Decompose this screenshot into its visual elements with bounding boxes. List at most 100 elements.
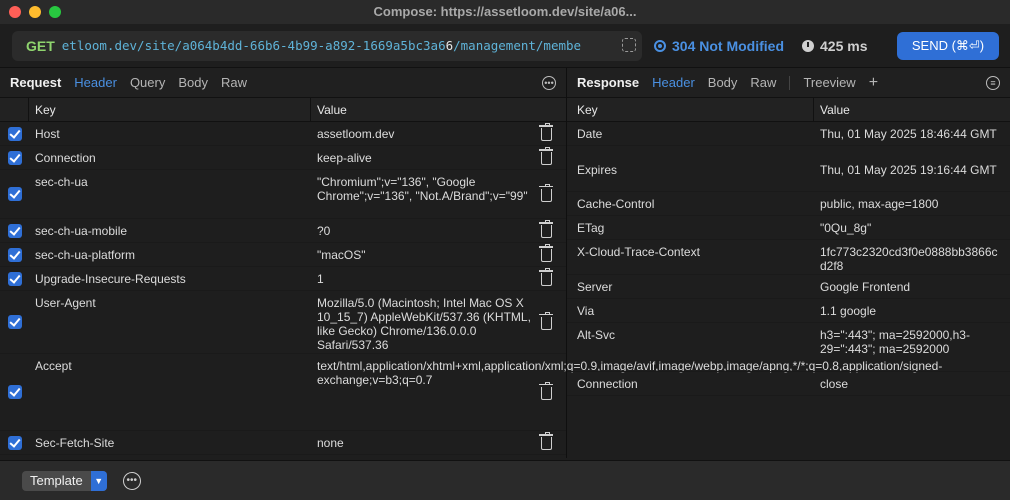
response-rows: Date Thu, 01 May 2025 18:46:44 GMT Expir…	[567, 122, 1010, 396]
more-options-icon[interactable]: •••	[542, 76, 556, 90]
url-start: etloom.dev/site/a064b4dd-66b6-4b99-a892-…	[61, 38, 446, 53]
trash-icon[interactable]	[538, 244, 553, 262]
response-value: Thu, 01 May 2025 18:46:44 GMT	[820, 127, 997, 141]
request-tab-query[interactable]: Query	[130, 75, 165, 90]
row-checkbox[interactable]	[7, 385, 22, 399]
timing-indicator: 425 ms	[802, 38, 868, 54]
response-key: Server	[577, 280, 613, 294]
header-value[interactable]: 1	[311, 267, 531, 286]
bottom-toolbar: Template ▼ •••	[0, 460, 1010, 500]
copy-icon[interactable]	[622, 37, 636, 52]
table-row: Date Thu, 01 May 2025 18:46:44 GMT	[567, 122, 1010, 146]
header-value[interactable]: none	[311, 431, 531, 450]
header-key[interactable]: User-Agent	[29, 291, 311, 310]
header-key[interactable]: Accept	[29, 354, 311, 373]
trash-icon[interactable]	[538, 311, 553, 330]
header-key[interactable]: sec-ch-ua-mobile	[29, 219, 311, 238]
header-key[interactable]: Upgrade-Insecure-Requests	[29, 267, 311, 286]
response-key: Via	[577, 304, 595, 318]
response-tab-header[interactable]: Header	[652, 75, 695, 90]
send-button[interactable]: SEND (⌘⏎)	[897, 31, 999, 60]
row-checkbox[interactable]	[7, 271, 22, 286]
chevron-down-icon[interactable]: ▼	[90, 470, 107, 491]
response-value: "0Qu_8g"	[820, 221, 872, 235]
response-tab-body[interactable]: Body	[708, 75, 738, 90]
response-panel: Response Header Body Raw Treeview + ≡ Ke…	[567, 68, 1010, 458]
table-row: Expires Thu, 01 May 2025 19:16:44 GMT	[567, 146, 1010, 192]
status-icon	[654, 39, 666, 52]
header-value[interactable]: text/html,application/xhtml+xml,applicat…	[311, 354, 942, 387]
response-tab-treeview[interactable]: Treeview	[803, 75, 855, 90]
response-table-header: Key Value	[567, 98, 1010, 122]
response-tabs: Response Header Body Raw Treeview + ≡	[567, 68, 1010, 98]
request-tab-body[interactable]: Body	[178, 75, 208, 90]
url-text[interactable]: etloom.dev/site/a064b4dd-66b6-4b99-a892-…	[62, 38, 581, 53]
row-checkbox[interactable]	[7, 247, 22, 262]
row-checkbox[interactable]	[7, 187, 22, 201]
trash-icon[interactable]	[538, 432, 553, 450]
trash-icon[interactable]	[538, 220, 553, 238]
header-value[interactable]: "Chromium";v="136", "Google Chrome";v="1…	[311, 170, 531, 203]
response-value: 1.1 google	[820, 304, 877, 318]
clock-icon	[802, 39, 815, 52]
window-title: Compose: https://assetloom.dev/site/a06.…	[373, 4, 637, 19]
response-key: Alt-Svc	[577, 328, 616, 342]
url-input[interactable]: GET etloom.dev/site/a064b4dd-66b6-4b99-a…	[12, 30, 642, 61]
row-checkbox[interactable]	[7, 126, 22, 141]
header-key[interactable]: Sec-Fetch-Site	[29, 431, 311, 450]
response-value: h3=":443"; ma=2592000,h3-29=":443"; ma=2…	[820, 328, 970, 356]
row-checkbox[interactable]	[7, 315, 22, 329]
response-key: Expires	[577, 163, 618, 177]
trash-icon[interactable]	[538, 268, 553, 286]
table-row: User-Agent Mozilla/5.0 (Macintosh; Intel…	[0, 291, 566, 354]
compose-window: Compose: https://assetloom.dev/site/a06.…	[0, 0, 1010, 500]
row-checkbox[interactable]	[7, 150, 22, 165]
row-checkbox[interactable]	[7, 223, 22, 238]
request-tabs: Request Header Query Body Raw •••	[0, 68, 566, 98]
trash-icon[interactable]	[538, 147, 553, 165]
filter-icon[interactable]: ≡	[986, 76, 1000, 90]
table-row: Cache-Control public, max-age=1800	[567, 192, 1010, 216]
header-key[interactable]: sec-ch-ua-platform	[29, 243, 311, 262]
request-panel: Request Header Query Body Raw ••• Key Va…	[0, 68, 942, 458]
trash-icon[interactable]	[538, 123, 553, 141]
table-row: Accept text/html,application/xhtml+xml,a…	[0, 354, 942, 431]
response-key: Date	[577, 127, 603, 141]
response-value: Google Frontend	[820, 280, 911, 294]
header-key[interactable]: Host	[29, 122, 311, 141]
template-label: Template	[30, 473, 83, 488]
template-dropdown[interactable]: Template ▼	[22, 470, 107, 491]
table-row: Via 1.1 google	[567, 299, 1010, 323]
header-key[interactable]: Connection	[29, 146, 311, 165]
header-value[interactable]: assetloom.dev	[311, 122, 531, 141]
header-value[interactable]: keep-alive	[311, 146, 531, 165]
response-key: Connection	[577, 377, 638, 391]
header-value[interactable]: Mozilla/5.0 (Macintosh; Intel Mac OS X 1…	[311, 291, 531, 352]
header-value[interactable]: ?0	[311, 219, 531, 238]
url-end: /management/membe	[453, 38, 582, 53]
table-row: Alt-Svc h3=":443"; ma=2592000,h3-29=":44…	[567, 323, 1010, 372]
trash-icon[interactable]	[538, 183, 553, 202]
response-tab-raw[interactable]: Raw	[750, 75, 776, 90]
response-value: close	[820, 377, 849, 391]
tab-divider	[789, 75, 791, 90]
row-checkbox[interactable]	[7, 435, 22, 450]
response-value: public, max-age=1800	[820, 197, 939, 211]
response-key-column: Key	[567, 98, 814, 121]
table-row: sec-ch-ua-mobile ?0	[0, 219, 566, 243]
response-heading: Response	[577, 75, 640, 90]
response-key: Cache-Control	[577, 197, 655, 211]
header-value[interactable]: "macOS"	[311, 243, 531, 262]
more-options-icon[interactable]: •••	[122, 471, 141, 490]
response-value: Thu, 01 May 2025 19:16:44 GMT	[820, 163, 997, 177]
method-label[interactable]: GET	[26, 38, 55, 54]
request-tab-header[interactable]: Header	[74, 75, 117, 90]
add-tab-button[interactable]: +	[869, 74, 878, 92]
request-tab-raw[interactable]: Raw	[221, 75, 247, 90]
trash-icon[interactable]	[538, 381, 553, 400]
status-badge: 304 Not Modified	[654, 38, 784, 54]
header-key[interactable]: sec-ch-ua	[29, 170, 311, 189]
table-row: Upgrade-Insecure-Requests 1	[0, 267, 566, 291]
request-key-column: Key	[29, 98, 311, 121]
request-rows: Host assetloom.dev Connection keep-alive…	[0, 122, 942, 455]
